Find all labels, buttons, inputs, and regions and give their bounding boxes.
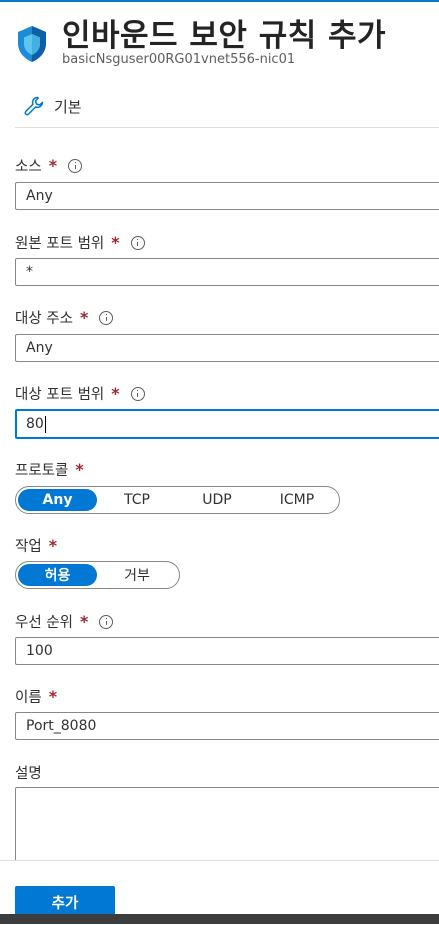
dest-port-value: 80 [26,416,44,432]
info-icon[interactable] [68,158,83,173]
required-asterisk: * [111,384,120,403]
info-icon[interactable] [130,235,145,250]
protocol-label: 프로토콜 * [15,459,84,480]
required-asterisk: * [79,308,89,327]
source-label: 소스 * [15,155,83,176]
priority-input[interactable]: 100 [15,637,439,665]
destination-label: 대상 주소 * [15,307,114,328]
protocol-option-icmp[interactable]: ICMP [257,489,337,511]
info-icon[interactable] [99,310,114,325]
dest-port-input[interactable]: 80 [15,409,439,439]
source-label-text: 소스 [15,159,42,175]
tab-basic[interactable]: 기본 [23,92,82,120]
action-selector: 허용 거부 [15,561,180,589]
protocol-label-text: 프로토콜 [15,463,69,479]
name-value: Port_8080 [26,718,97,734]
source-port-value: * [26,264,33,280]
divider [15,127,439,128]
priority-value: 100 [26,643,53,659]
protocol-option-tcp[interactable]: TCP [97,489,177,511]
text-caret [44,415,46,433]
panel-header: 인바운드 보안 규칙 추가 basicNsguser00RG01vnet556-… [0,0,439,80]
required-asterisk: * [75,460,84,479]
description-label-text: 설명 [15,766,42,782]
name-label: 이름 * [15,686,57,707]
required-asterisk: * [111,233,120,252]
source-port-label-text: 원본 포트 범위 [15,236,105,252]
shield-icon [18,26,46,62]
required-asterisk: * [48,156,58,175]
destination-label-text: 대상 주소 [15,311,73,327]
dest-port-label-text: 대상 포트 범위 [15,387,105,403]
destination-value: Any [26,340,53,356]
info-icon[interactable] [99,614,114,629]
required-asterisk: * [48,687,58,706]
destination-select[interactable]: Any [15,334,439,362]
action-option-allow[interactable]: 허용 [18,564,97,586]
source-select[interactable]: Any [15,182,439,210]
name-label-text: 이름 [15,690,42,706]
protocol-option-any[interactable]: Any [18,489,97,511]
action-label: 작업 * [15,535,57,556]
priority-label: 우선 순위 * [15,611,114,632]
description-label: 설명 [15,762,42,783]
name-input[interactable]: Port_8080 [15,712,439,740]
source-port-label: 원본 포트 범위 * [15,232,145,253]
wrench-icon [24,96,44,116]
protocol-option-udp[interactable]: UDP [177,489,257,511]
page-title: 인바운드 보안 규칙 추가 [62,18,387,54]
action-option-deny[interactable]: 거부 [97,564,177,586]
action-label-text: 작업 [15,539,42,555]
priority-label-text: 우선 순위 [15,615,73,631]
dest-port-label: 대상 포트 범위 * [15,383,145,404]
info-icon[interactable] [130,386,145,401]
source-port-input[interactable]: * [15,258,439,286]
required-asterisk: * [79,612,89,631]
page-subtitle: basicNsguser00RG01vnet556-nic01 [62,52,296,67]
protocol-selector: Any TCP UDP ICMP [15,486,340,514]
tab-label: 기본 [54,97,82,116]
taskbar [0,914,439,924]
source-value: Any [26,188,53,204]
required-asterisk: * [48,536,58,555]
